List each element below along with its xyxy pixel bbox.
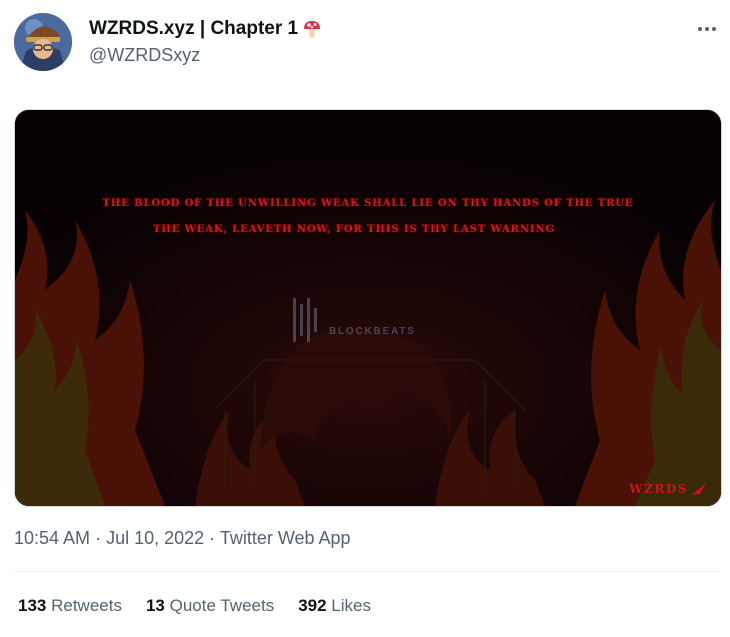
likes-label: Likes <box>326 596 371 615</box>
retweets-count: 133 <box>18 596 47 615</box>
avatar[interactable] <box>14 13 72 71</box>
mushroom-icon <box>304 21 321 38</box>
tweet-media-image[interactable]: THE BLOOD OF THE UNWILLING WEAK SHALL LI… <box>14 109 722 507</box>
author-handle[interactable]: @WZRDSxyz <box>89 45 200 66</box>
engagement-stats: 133 Retweets 13 Quote Tweets 392 Likes <box>18 596 371 616</box>
tweet-date[interactable]: Jul 10, 2022 <box>106 528 204 548</box>
tweet-timestamp: 10:54 AM · Jul 10, 2022 · Twitter Web Ap… <box>14 528 351 549</box>
retweets-stat[interactable]: 133 Retweets <box>18 596 122 616</box>
quotes-label: Quote Tweets <box>164 596 275 615</box>
separator: · <box>204 528 220 548</box>
blockbeats-watermark: BLOCKBEATS <box>291 294 416 346</box>
tweet: WZRDS.xyz | Chapter 1 @WZRDSxyz THE BLOO… <box>0 0 730 637</box>
tweet-time[interactable]: 10:54 AM <box>14 528 90 548</box>
swoosh-icon <box>692 483 706 495</box>
warning-line-1: THE BLOOD OF THE UNWILLING WEAK SHALL LI… <box>102 198 634 209</box>
wzrds-corner-logo: WZRDS <box>629 482 707 496</box>
more-options-icon[interactable] <box>696 22 718 36</box>
likes-count: 392 <box>298 596 327 615</box>
blockbeats-logo-icon <box>293 298 317 342</box>
watermark-text: BLOCKBEATS <box>329 325 416 337</box>
author-name-row[interactable]: WZRDS.xyz | Chapter 1 <box>89 18 322 40</box>
display-name[interactable]: WZRDS.xyz | Chapter 1 <box>89 18 298 40</box>
quote-tweets-stat[interactable]: 13 Quote Tweets <box>146 596 274 616</box>
wizard-avatar-icon <box>14 13 72 71</box>
likes-stat[interactable]: 392 Likes <box>298 596 371 616</box>
source-app[interactable]: Twitter Web App <box>220 528 351 548</box>
warning-line-2: THE WEAK, LEAVETH NOW, FOR THIS IS THY L… <box>153 224 555 235</box>
quotes-count: 13 <box>145 596 165 615</box>
divider <box>14 571 720 572</box>
corner-logo-text: WZRDS <box>629 482 688 496</box>
retweets-label: Retweets <box>46 596 122 615</box>
separator: · <box>90 528 107 548</box>
